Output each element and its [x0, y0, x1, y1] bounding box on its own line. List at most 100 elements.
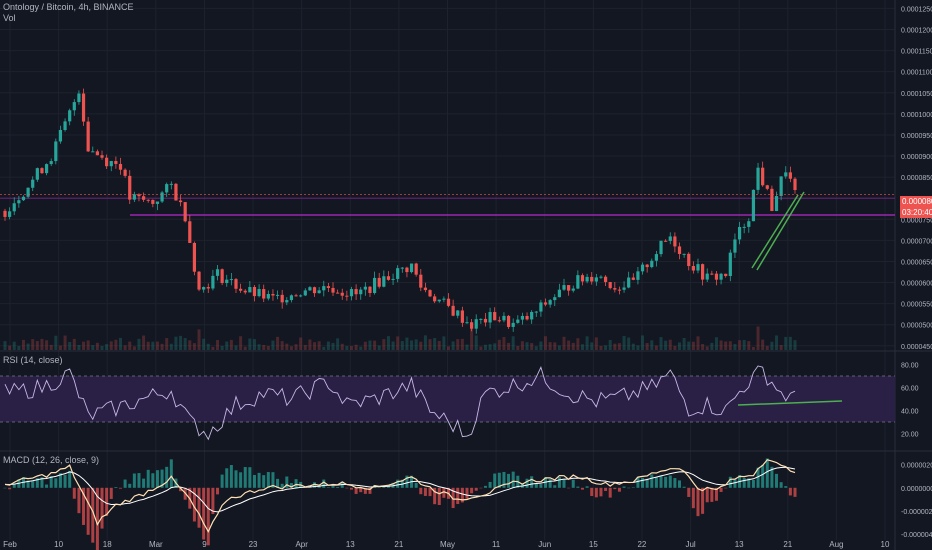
candle-body: [354, 289, 358, 295]
candle-body: [391, 278, 395, 280]
volume-bar: [423, 335, 427, 350]
candle-body: [608, 282, 612, 289]
candle-body: [109, 161, 113, 167]
volume-bar: [668, 339, 672, 350]
volume-bar: [303, 345, 307, 350]
macd-histogram-bar: [262, 475, 266, 488]
macd-histogram-bar: [590, 487, 594, 496]
volume-bar: [548, 342, 552, 350]
macd-histogram-bar: [701, 487, 705, 514]
candle-body: [257, 289, 261, 297]
macd-histogram-bar: [784, 486, 788, 488]
macd-histogram-bar: [608, 487, 612, 498]
candle-body: [770, 188, 774, 212]
macd-histogram-bar: [63, 474, 67, 488]
macd-histogram-bar: [8, 487, 12, 490]
candle-body: [571, 288, 575, 291]
macd-histogram-bar: [765, 458, 769, 488]
candle-body: [761, 167, 765, 186]
volume-bar: [465, 344, 469, 350]
candle-body: [299, 295, 303, 297]
macd-histogram-bar: [728, 476, 732, 488]
rsi-label: RSI (14, close): [3, 355, 63, 365]
candle-body: [35, 168, 39, 180]
macd-histogram-bar: [775, 473, 779, 488]
candle-body: [599, 276, 603, 278]
candle-body: [534, 311, 538, 313]
macd-histogram-bar: [742, 477, 746, 488]
volume-bar: [179, 335, 183, 350]
volume-bar: [502, 337, 506, 350]
x-tick-label: 15: [589, 540, 598, 549]
volume-bar: [451, 341, 455, 350]
macd-histogram-bar: [788, 487, 792, 496]
volume-bar: [696, 336, 700, 350]
candle-body: [640, 264, 645, 272]
macd-histogram-bar: [354, 487, 358, 494]
volume-bar: [266, 346, 270, 350]
candle-body: [548, 300, 552, 305]
volume-bar: [419, 341, 423, 350]
volume-bar: [493, 343, 497, 350]
volume-bar: [243, 346, 247, 350]
volume-bar: [82, 341, 86, 350]
volume-bar: [470, 328, 474, 350]
volume-bar: [21, 339, 25, 350]
macd-histogram-bar: [359, 487, 363, 493]
macd-histogram-bar: [479, 487, 483, 489]
volume-bar: [673, 345, 677, 350]
volume-bar: [567, 340, 571, 350]
volume-bar: [229, 339, 233, 350]
candle-body: [68, 110, 72, 122]
chart-background: [0, 0, 932, 550]
macd-histogram-bar: [604, 487, 608, 491]
x-tick-label: Jul: [685, 540, 695, 549]
candle-body: [95, 151, 99, 156]
volume-bar: [580, 344, 584, 350]
candle-body: [516, 319, 520, 323]
volume-bar: [109, 341, 113, 350]
candle-body: [733, 239, 737, 253]
candle-body: [622, 287, 626, 290]
macd-histogram-bar: [617, 487, 621, 492]
candle-body: [322, 286, 326, 291]
x-tick-label: 21: [783, 540, 792, 549]
candle-body: [756, 167, 760, 190]
volume-bar: [507, 342, 511, 350]
candle-body: [377, 277, 381, 287]
grid: [0, 0, 932, 550]
candle-body: [687, 253, 691, 267]
candle-body: [419, 274, 423, 288]
candle-body: [151, 199, 155, 204]
volume-bar: [313, 342, 317, 350]
macd-histogram-bar: [216, 487, 220, 495]
price-tick-label: 0.0000900: [901, 154, 932, 161]
volume-bar: [516, 345, 520, 350]
candle-body: [701, 264, 705, 280]
macd-histogram-bar: [613, 487, 617, 490]
macd-histogram-bar: [72, 487, 76, 499]
volume-bar: [211, 346, 215, 350]
trading-chart[interactable]: Feb 10 18 Mar 9 23 Apr 13 21 May 11 Jun 15 22 Jul 13 21 A…: [0, 0, 932, 550]
price-tick-label: 0.0000600: [901, 281, 932, 288]
candle-body: [252, 287, 257, 297]
candle-body: [220, 269, 224, 284]
volume-bar: [137, 338, 141, 350]
volume-bar: [151, 341, 155, 350]
x-tick-label: Apr: [295, 540, 308, 549]
macd-histogram-bar: [539, 484, 543, 488]
volume-bar: [613, 343, 617, 350]
candle-body: [728, 252, 732, 277]
price-tick-label: 0.0001050: [901, 91, 932, 98]
volume-bar: [26, 343, 30, 350]
volume-bar: [701, 344, 705, 350]
candle-body: [40, 168, 44, 174]
volume-bar: [400, 341, 404, 350]
volume-bar: [68, 341, 72, 350]
candle-body: [49, 161, 53, 165]
volume-bar: [363, 341, 367, 350]
candle-body: [585, 276, 589, 282]
candle-body: [400, 267, 404, 269]
candle-body: [788, 172, 792, 179]
candle-body: [77, 93, 81, 103]
